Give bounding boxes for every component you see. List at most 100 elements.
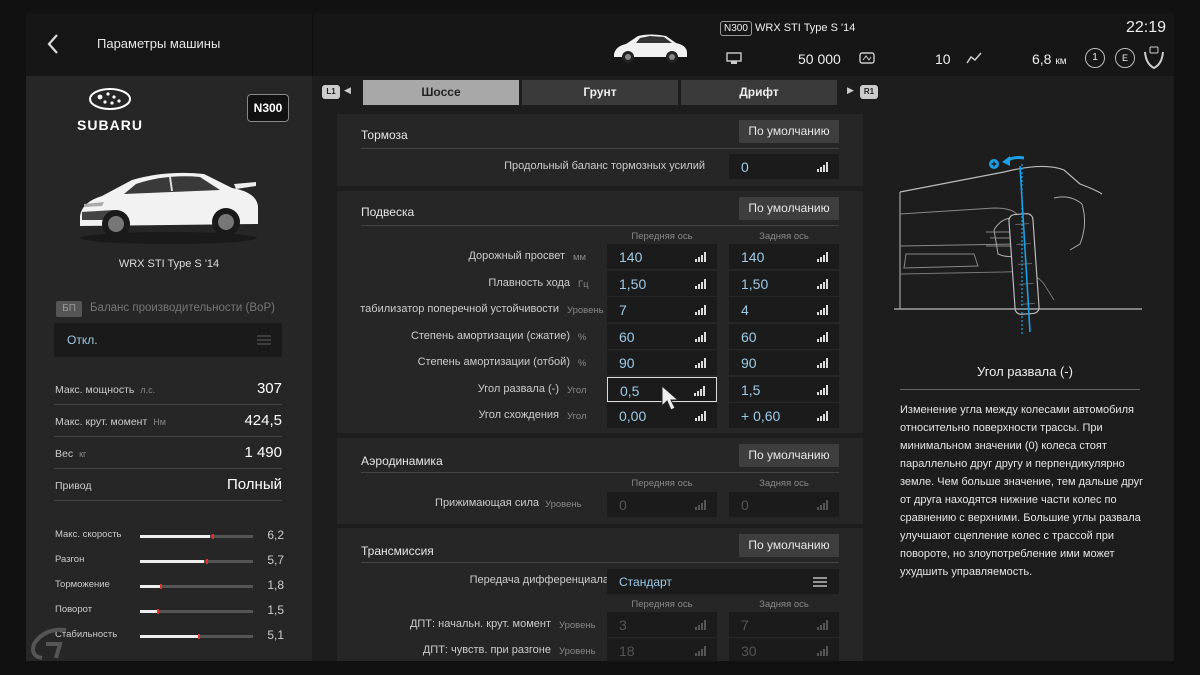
page-title: Параметры машины [97, 36, 221, 51]
level-bar [704, 646, 706, 656]
level-bar [701, 649, 703, 656]
default-button[interactable]: По умолчанию [739, 534, 839, 557]
level-bar [817, 507, 819, 510]
default-button[interactable]: По умолчанию [739, 444, 839, 467]
credits-value: 50 000 [798, 51, 841, 67]
row-unit: Уровень [559, 620, 596, 631]
suspension-rear-field[interactable]: 140 [729, 244, 839, 269]
level-bars-icon [695, 358, 707, 368]
distance-icon [966, 52, 982, 64]
level-bar [701, 623, 703, 630]
field-value: 0 [741, 159, 749, 175]
spec-value: Полный [227, 476, 282, 493]
suspension-rear-field[interactable]: 1,5 [729, 376, 839, 402]
level-bars-icon [817, 305, 829, 315]
tab-gravel[interactable]: Грунт [522, 80, 678, 105]
level-bar [695, 259, 697, 262]
suspension-front-field[interactable]: 1,50 [607, 270, 717, 296]
level-bar [698, 283, 700, 289]
row-unit: Угол [567, 411, 587, 422]
level-bar [823, 387, 825, 395]
suspension-front-field[interactable]: 90 [607, 350, 717, 375]
field-value: 60 [619, 328, 635, 345]
level-bar [698, 416, 700, 421]
spec-row-torque: Макс. крут. момент Нм 424,5 [54, 405, 282, 437]
perf-bar-fill [140, 585, 161, 588]
notification-badge[interactable]: 1 [1085, 48, 1105, 68]
level-bar [704, 331, 706, 342]
differential-select[interactable]: Стандарт [607, 569, 839, 594]
field-value: 7 [741, 617, 749, 633]
section-aero: Аэродинамика По умолчанию Передняя ось З… [337, 438, 863, 524]
tab-tarmac[interactable]: Шоссе [363, 80, 519, 105]
suspension-rear-field[interactable]: 90 [729, 350, 839, 375]
bop-select[interactable]: Откл. [54, 323, 282, 357]
rear-axle-header: Задняя ось [759, 478, 809, 489]
level-bar [817, 285, 819, 289]
level-bar [826, 305, 828, 315]
level-bar [817, 259, 819, 262]
suspension-front-field[interactable]: 7 [607, 297, 717, 322]
front-axle-header: Передняя ось [631, 478, 693, 489]
gt-logo-icon [31, 627, 67, 660]
r1-button[interactable]: R1 [860, 85, 878, 99]
level-bars-icon [695, 305, 707, 315]
suspension-front-field[interactable]: 140 [607, 244, 717, 269]
level-bars-icon [817, 162, 829, 172]
default-button[interactable]: По умолчанию [739, 120, 839, 143]
right-arrow-icon: ▶ [847, 85, 854, 95]
default-button[interactable]: По умолчанию [739, 197, 839, 220]
row-unit: % [578, 331, 587, 343]
suspension-front-field[interactable]: 60 [607, 323, 717, 349]
level-bar [698, 257, 700, 262]
bop-tag: БП [56, 301, 82, 317]
level-bar [703, 385, 705, 396]
level-bar [698, 310, 700, 315]
row-label: Степень амортизации (отбой) [417, 356, 570, 368]
tab-drift[interactable]: Дрифт [681, 80, 837, 105]
field-value: 90 [741, 355, 757, 371]
car-name: WRX STI Type S '14 [755, 22, 856, 34]
perf-label: Поворот [55, 604, 93, 615]
level-bar [704, 278, 706, 289]
row-label: Плавность хода [488, 276, 570, 289]
l1-button[interactable]: L1 [322, 85, 340, 99]
level-bar [826, 331, 828, 342]
suspension-rear-field[interactable]: 60 [729, 323, 839, 349]
front-axle-header: Передняя ось [631, 231, 693, 242]
field-value: 140 [741, 249, 765, 265]
field-value: 0,00 [619, 408, 647, 424]
field-value: 0 [741, 497, 749, 513]
divider [900, 389, 1140, 390]
row-label: ДПТ: чувств. при разгоне [422, 644, 551, 656]
field-value: 140 [619, 249, 643, 265]
section-title: Тормоза [361, 128, 408, 142]
menu-badge[interactable]: E [1115, 48, 1135, 68]
field-value: 1,50 [741, 275, 769, 292]
level-bar [820, 651, 822, 656]
level-bar [826, 162, 828, 172]
suspension-rear-field[interactable]: 4 [729, 297, 839, 322]
back-arrow-icon[interactable] [44, 32, 64, 56]
surface-tabs: L1 ◀ Шоссе Грунт Дрифт ▶ R1 [312, 76, 878, 110]
field-value: 7 [619, 302, 627, 318]
level-bar [698, 625, 700, 630]
spec-value: 1 490 [244, 444, 282, 461]
level-bar [823, 165, 825, 172]
level-bar [701, 361, 703, 368]
level-bar [826, 358, 828, 368]
transmission-rear-field: 7 [729, 612, 839, 637]
divider [312, 14, 313, 76]
app-frame: Параметры машины N300 WRX STI Type S '14… [26, 14, 1174, 661]
perf-bar [140, 634, 253, 639]
level-bar [697, 390, 699, 396]
row-label: Угол развала (-) [477, 382, 559, 395]
suspension-rear-field[interactable]: 1,50 [729, 270, 839, 296]
row-unit: Уровень [559, 646, 596, 657]
level-bar [695, 507, 697, 510]
level-bars-icon [695, 411, 707, 421]
row-unit: Уровень [567, 305, 604, 316]
suspension-rear-field[interactable]: + 0,60 [729, 403, 839, 428]
downforce-rear-field: 0 [729, 492, 839, 517]
brake-balance-field[interactable]: 0 [729, 154, 839, 179]
